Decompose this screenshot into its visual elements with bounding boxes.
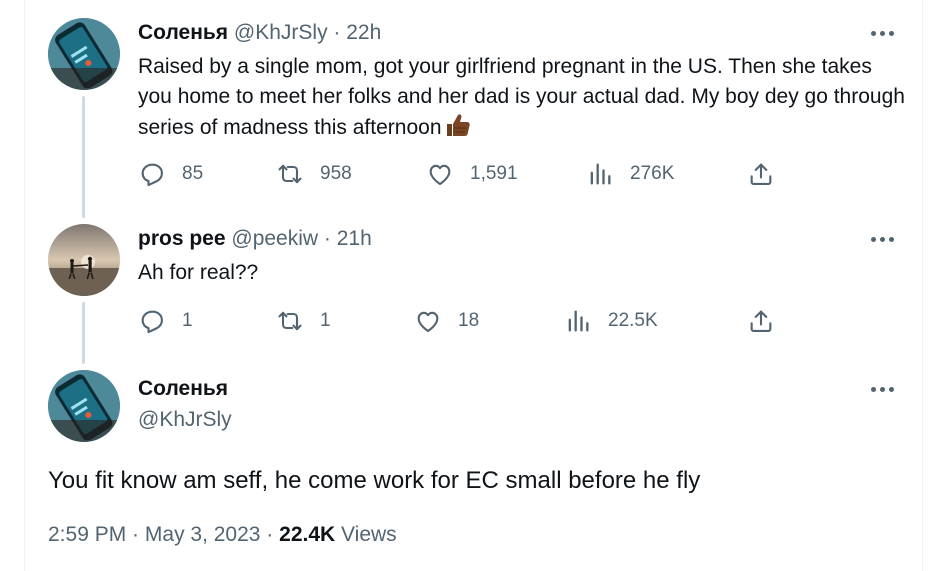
more-options-icon[interactable] <box>868 377 896 401</box>
author-name[interactable]: Соленья <box>138 21 228 44</box>
tweet-header: pros pee @peekiw · 21h <box>138 226 372 252</box>
views-count: 22.5K <box>608 310 658 331</box>
tweet-time[interactable]: 22h <box>346 21 381 44</box>
reply-button[interactable]: 1 <box>138 307 193 335</box>
views-label: Views <box>335 523 397 546</box>
thread-line <box>82 96 85 218</box>
share-icon <box>750 163 772 185</box>
reply-count: 85 <box>182 163 204 184</box>
timeline-right-border <box>922 0 923 571</box>
retweet-icon <box>278 164 302 184</box>
author-handle[interactable]: @peekiw <box>231 227 318 250</box>
separator: · <box>318 227 337 250</box>
avatar[interactable] <box>48 224 120 296</box>
reply-icon <box>141 310 163 334</box>
tweet-body: Raised by a single mom, got your girlfri… <box>138 55 905 139</box>
avatar[interactable] <box>48 370 120 442</box>
views-count[interactable]: 22.4K <box>279 523 335 546</box>
like-button[interactable]: 18 <box>414 307 479 335</box>
tweet-date[interactable]: May 3, 2023 <box>145 523 261 546</box>
share-button[interactable] <box>747 307 775 335</box>
tweet-text: You fit know am seff, he come work for E… <box>48 467 701 494</box>
tweet-time[interactable]: 21h <box>337 227 372 250</box>
analytics-icon <box>568 310 589 332</box>
avatar-beach-image <box>48 224 120 296</box>
more-options-icon[interactable] <box>868 227 896 251</box>
tweet-text: Ah for real?? <box>138 258 908 288</box>
retweet-count: 958 <box>320 163 352 184</box>
tweet-body: Ah for real?? <box>138 261 259 284</box>
heart-icon <box>417 311 439 332</box>
retweet-button[interactable]: 1 <box>276 307 331 335</box>
more-options-icon[interactable] <box>868 21 896 45</box>
thumbs-up-emoji-icon <box>446 114 470 136</box>
like-count: 18 <box>458 310 480 331</box>
retweet-button[interactable]: 958 <box>276 160 352 188</box>
like-button[interactable]: 1,591 <box>426 160 518 188</box>
tweet-text: Raised by a single mom, got your girlfri… <box>138 52 908 143</box>
share-icon <box>750 310 772 332</box>
avatar[interactable] <box>48 18 120 90</box>
heart-icon <box>429 164 451 185</box>
author-handle[interactable]: @KhJrSly <box>138 407 232 433</box>
reply-count: 1 <box>182 310 193 331</box>
author-name[interactable]: pros pee <box>138 227 226 250</box>
retweet-count: 1 <box>320 310 331 331</box>
tweet-header: Соленья @KhJrSly · 22h <box>138 20 381 46</box>
views-button[interactable]: 22.5K <box>564 307 658 335</box>
analytics-icon <box>590 163 611 185</box>
views-count: 276K <box>630 163 675 184</box>
reply-button[interactable]: 85 <box>138 160 203 188</box>
tweet-metadata: 2:59 PM · May 3, 2023 · 22.4K Views <box>48 522 397 548</box>
like-count: 1,591 <box>470 163 518 184</box>
share-button[interactable] <box>747 160 775 188</box>
avatar-phone-image <box>48 18 120 90</box>
author-name[interactable]: Соленья <box>138 376 228 402</box>
retweet-icon <box>278 311 302 331</box>
thread-line <box>82 302 85 364</box>
avatar-phone-image <box>48 370 120 442</box>
reply-icon <box>141 163 163 187</box>
timeline-left-border <box>24 0 25 571</box>
separator: · <box>126 523 145 546</box>
author-handle[interactable]: @KhJrSly <box>234 21 328 44</box>
separator: · <box>260 523 280 546</box>
tweet-time[interactable]: 2:59 PM <box>48 523 126 546</box>
separator: · <box>327 21 347 44</box>
views-button[interactable]: 276K <box>586 160 674 188</box>
